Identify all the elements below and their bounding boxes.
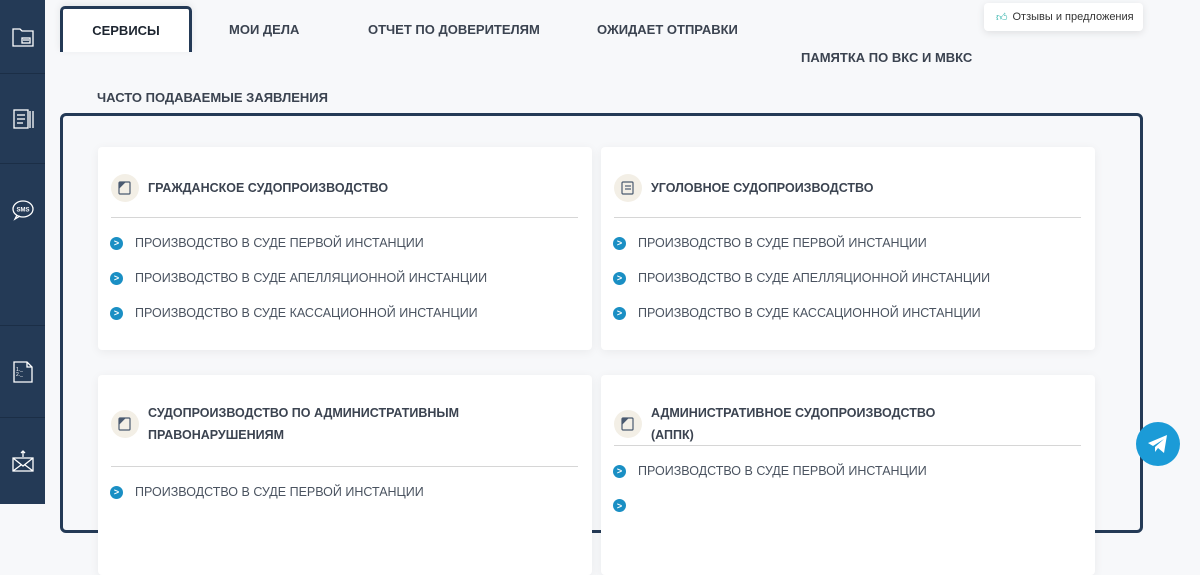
card-title: УГОЛОВНОЕ СУДОПРОИЗВОДСТВО: [651, 181, 874, 195]
card-title: АДМИНИСТРАТИВНОЕ СУДОПРОИЗВОДСТВО (АППК): [651, 406, 936, 442]
card-admin-offenses: СУДОПРОИЗВОДСТВО ПО АДМИНИСТРАТИВНЫМ ПРА…: [98, 375, 592, 575]
card-link[interactable]: > ПРОИЗВОДСТВО В СУДЕ АПЕЛЛЯЦИОННОЙ ИНСТА…: [110, 271, 487, 285]
sidebar-item-documents[interactable]: [0, 74, 45, 164]
card-title: СУДОПРОИЗВОДСТВО ПО АДМИНИСТРАТИВНЫМ ПРА…: [148, 406, 460, 442]
card-link-label: ПРОИЗВОДСТВО В СУДЕ КАССАЦИОННОЙ ИНСТАНЦ…: [135, 306, 478, 320]
numbered-list-icon: 1._2._: [12, 360, 33, 383]
telegram-button[interactable]: [1136, 422, 1180, 466]
tab-pending-send[interactable]: ОЖИДАЕТ ОТПРАВКИ: [597, 22, 738, 37]
chevron-right-icon: >: [110, 236, 123, 250]
tab-vks-memo[interactable]: ПАМЯТКА ПО ВКС И МВКС: [801, 50, 972, 65]
chevron-right-icon: >: [110, 306, 123, 320]
divider: [614, 217, 1081, 218]
chevron-right-icon: >: [110, 271, 123, 285]
card-link[interactable]: > ПРОИЗВОДСТВО В СУДЕ ПЕРВОЙ ИНСТАНЦИИ: [110, 236, 424, 250]
card-link[interactable]: > ПРОИЗВОДСТВО В СУДЕ ПЕРВОЙ ИНСТАНЦИИ: [613, 464, 927, 478]
document-icon: [111, 174, 139, 202]
chevron-right-icon: >: [613, 271, 626, 285]
card-civil: ГРАЖДАНСКОЕ СУДОПРОИЗВОДСТВО > ПРОИЗВОДСТ…: [98, 147, 592, 350]
mail-upload-icon: [11, 450, 34, 472]
sidebar-item-mail[interactable]: [0, 418, 45, 504]
card-link[interactable]: > ПРОИЗВОДСТВО В СУДЕ КАССАЦИОННОЙ ИНСТАН…: [613, 306, 981, 320]
svg-text:2._: 2._: [16, 372, 23, 378]
card-admin-appk: АДМИНИСТРАТИВНОЕ СУДОПРОИЗВОДСТВО (АППК)…: [601, 375, 1095, 575]
card-link-label: ПРОИЗВОДСТВО В СУДЕ ПЕРВОЙ ИНСТАНЦИИ: [135, 485, 424, 499]
divider: [614, 445, 1081, 446]
chevron-right-icon: >: [613, 499, 626, 512]
telegram-icon: [1148, 435, 1167, 453]
chevron-right-icon: >: [613, 306, 626, 320]
chevron-right-icon: >: [110, 485, 123, 499]
sidebar-item-cases[interactable]: [0, 0, 45, 74]
divider: [111, 466, 578, 467]
card-link-label: ПРОИЗВОДСТВО В СУДЕ ПЕРВОЙ ИНСТАНЦИИ: [638, 236, 927, 250]
thumbs-up-icon: 👍︎: [996, 11, 1008, 24]
tab-frequent-applications[interactable]: ЧАСТО ПОДАВАЕМЫЕ ЗАЯВЛЕНИЯ: [97, 90, 328, 105]
feedback-button[interactable]: 👍︎ Отзывы и предложения: [984, 3, 1143, 31]
sidebar: SMS 1._ 2._: [0, 0, 45, 504]
documents-icon: [12, 108, 34, 129]
card-link[interactable]: > ПРОИЗВОДСТВО В СУДЕ АПЕЛЛЯЦИОННОЙ ИНСТА…: [613, 271, 990, 285]
folder-icon: [11, 27, 34, 47]
sidebar-item-lists[interactable]: 1._ 2._: [0, 326, 45, 418]
card-link-label: ПРОИЗВОДСТВО В СУДЕ АПЕЛЛЯЦИОННОЙ ИНСТАН…: [135, 271, 488, 285]
card-link-partial[interactable]: >: [613, 499, 638, 512]
card-link-label: ПРОИЗВОДСТВО В СУДЕ ПЕРВОЙ ИНСТАНЦИИ: [638, 464, 927, 478]
list-document-icon: [614, 174, 642, 202]
chevron-right-icon: >: [613, 464, 626, 478]
card-header: ГРАЖДАНСКОЕ СУДОПРОИЗВОДСТВО: [111, 174, 478, 202]
sms-icon: SMS: [11, 200, 34, 221]
card-header: АДМИНИСТРАТИВНОЕ СУДОПРОИЗВОДСТВО (АППК): [614, 402, 981, 446]
chevron-right-icon: >: [613, 236, 626, 250]
feedback-label: Отзывы и предложения: [1012, 11, 1134, 23]
card-header: УГОЛОВНОЕ СУДОПРОИЗВОДСТВО: [614, 174, 981, 202]
tab-trustee-report[interactable]: ОТЧЕТ ПО ДОВЕРИТЕЛЯМ: [368, 22, 540, 37]
sidebar-item-sms[interactable]: SMS: [0, 164, 45, 326]
card-header: СУДОПРОИЗВОДСТВО ПО АДМИНИСТРАТИВНЫМ ПРА…: [111, 402, 478, 446]
card-link-label: ПРОИЗВОДСТВО В СУДЕ АПЕЛЛЯЦИОННОЙ ИНСТАН…: [638, 271, 991, 285]
edit-document-icon: [614, 410, 642, 438]
card-link[interactable]: > ПРОИЗВОДСТВО В СУДЕ ПЕРВОЙ ИНСТАНЦИИ: [613, 236, 927, 250]
card-criminal: УГОЛОВНОЕ СУДОПРОИЗВОДСТВО > ПРОИЗВОДСТВО…: [601, 147, 1095, 350]
tab-my-cases[interactable]: МОИ ДЕЛА: [229, 22, 299, 37]
card-link[interactable]: > ПРОИЗВОДСТВО В СУДЕ КАССАЦИОННОЙ ИНСТАН…: [110, 306, 478, 320]
card-link[interactable]: > ПРОИЗВОДСТВО В СУДЕ ПЕРВОЙ ИНСТАНЦИИ: [110, 485, 424, 499]
divider: [111, 217, 578, 218]
tab-services[interactable]: СЕРВИСЫ: [60, 6, 192, 52]
edit-document-icon: [111, 410, 139, 438]
svg-text:SMS: SMS: [16, 208, 29, 214]
card-link-label: ПРОИЗВОДСТВО В СУДЕ КАССАЦИОННОЙ ИНСТАНЦ…: [638, 306, 981, 320]
card-title: ГРАЖДАНСКОЕ СУДОПРОИЗВОДСТВО: [148, 181, 389, 195]
card-link-label: ПРОИЗВОДСТВО В СУДЕ ПЕРВОЙ ИНСТАНЦИИ: [135, 236, 424, 250]
